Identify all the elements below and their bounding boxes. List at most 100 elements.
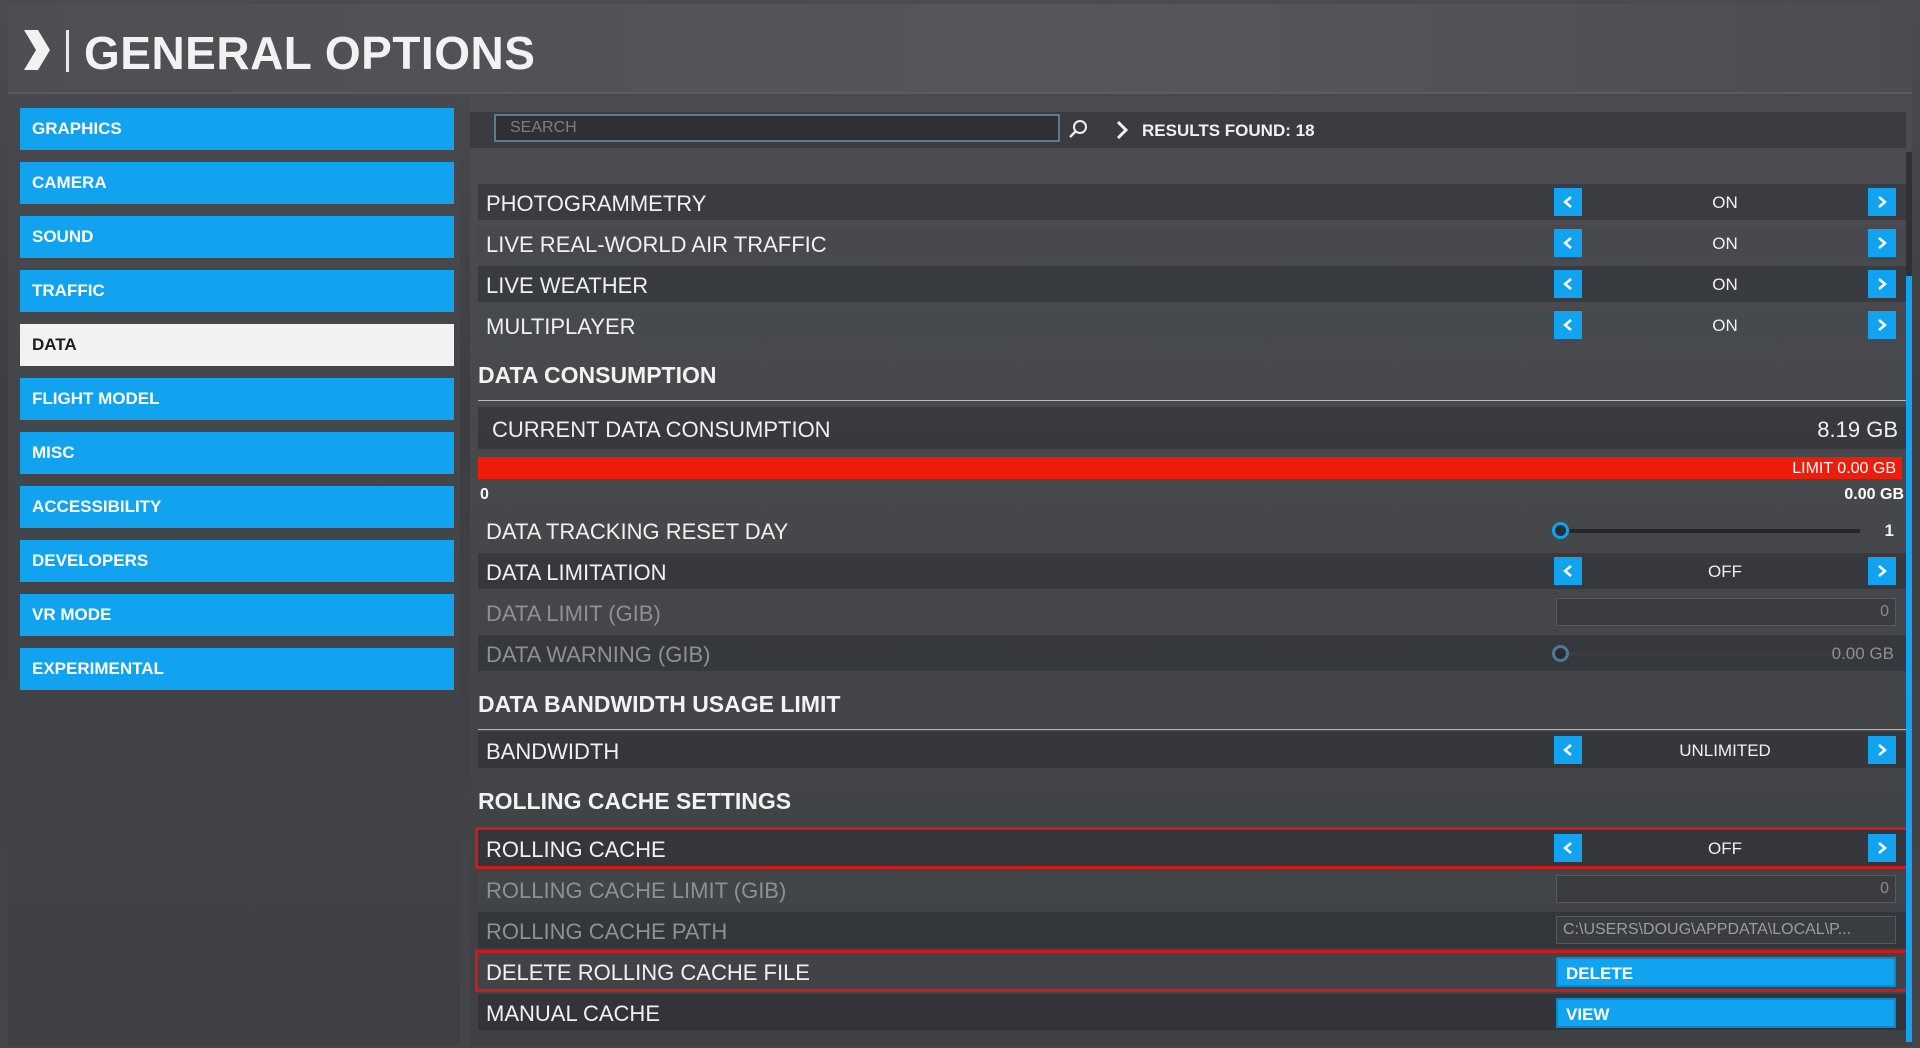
next-value-button[interactable] — [1868, 311, 1896, 339]
sidebar-item-sound[interactable]: SOUND — [20, 216, 454, 258]
chevron-left-icon — [1563, 565, 1572, 577]
rolling-cache-path-field: C:\USERS\DOUG\APPDATA\LOCAL\P... — [1556, 916, 1896, 944]
prev-value-button[interactable] — [1554, 188, 1582, 216]
progress-max-label: 0.00 GB — [1844, 486, 1904, 503]
setting-value: UNLIMITED — [1679, 741, 1771, 760]
setting-row-live-weather: LIVE WEATHER ON — [478, 266, 1906, 302]
slider-value: 1 — [1884, 521, 1894, 540]
setting-value: ON — [1712, 275, 1738, 294]
prev-value-button[interactable] — [1554, 834, 1582, 862]
sidebar-item-misc[interactable]: MISC — [20, 432, 454, 474]
setting-label: ROLLING CACHE — [486, 837, 666, 862]
chevron-right-icon — [1878, 237, 1887, 249]
search-icon[interactable] — [1068, 119, 1088, 139]
sidebar-item-accessibility[interactable]: ACCESSIBILITY — [20, 486, 454, 528]
slider-handle[interactable] — [1552, 522, 1569, 539]
chevron-right-icon — [1878, 319, 1887, 331]
sidebar-item-experimental[interactable]: EXPERIMENTAL — [20, 648, 454, 690]
setting-row-data-warning: DATA WARNING (GIB) 0.00 GB — [478, 635, 1906, 671]
setting-label: ROLLING CACHE PATH — [486, 919, 728, 944]
setting-label: MULTIPLAYER — [486, 314, 636, 339]
results-count: RESULTS FOUND: 18 — [1142, 121, 1315, 140]
chevron-right-icon[interactable] — [22, 28, 52, 72]
next-value-button[interactable] — [1868, 557, 1896, 585]
next-value-button[interactable] — [1868, 736, 1896, 764]
path-value: C:\USERS\DOUG\APPDATA\LOCAL\P... — [1563, 921, 1852, 938]
options-panel: RESULTS FOUND: 18 PHOTOGRAMMETRY ON LIVE… — [470, 96, 1912, 1046]
setting-label: MANUAL CACHE — [486, 1001, 660, 1026]
setting-label: DATA LIMITATION — [486, 560, 667, 585]
search-bar: RESULTS FOUND: 18 — [470, 112, 1906, 148]
setting-value: OFF — [1708, 562, 1742, 581]
section-title-data-consumption: DATA CONSUMPTION — [478, 362, 717, 388]
next-value-button[interactable] — [1868, 834, 1896, 862]
chevron-right-icon — [1878, 196, 1887, 208]
data-usage-progress-bar: LIMIT 0.00 GB — [478, 457, 1902, 479]
header-bar: GENERAL OPTIONS — [8, 4, 1912, 94]
section-divider — [478, 729, 1906, 730]
chevron-left-icon — [1563, 319, 1572, 331]
next-value-button[interactable] — [1868, 188, 1896, 216]
next-value-button[interactable] — [1868, 270, 1896, 298]
chevron-left-icon — [1563, 744, 1572, 756]
sidebar: GRAPHICS CAMERA SOUND TRAFFIC DATA FLIGH… — [8, 96, 460, 1046]
scrollbar-thumb[interactable] — [1906, 276, 1912, 1042]
setting-label: DATA TRACKING RESET DAY — [486, 519, 789, 544]
current-consumption-value: 8.19 GB — [1817, 417, 1898, 442]
progress-limit-label: LIMIT 0.00 GB — [1792, 460, 1896, 477]
delete-cache-button[interactable]: DELETE — [1556, 957, 1896, 987]
input-value: 0 — [1880, 880, 1889, 897]
setting-label: DELETE ROLLING CACHE FILE — [486, 960, 810, 985]
prev-value-button[interactable] — [1554, 736, 1582, 764]
chevron-right-icon — [1878, 744, 1887, 756]
setting-value: ON — [1712, 316, 1738, 335]
setting-label: LIVE WEATHER — [486, 273, 649, 298]
setting-value: ON — [1712, 193, 1738, 212]
rolling-cache-limit-input: 0 — [1556, 875, 1896, 903]
chevron-right-icon — [1878, 565, 1887, 577]
prev-value-button[interactable] — [1554, 311, 1582, 339]
sidebar-item-data[interactable]: DATA — [20, 324, 454, 366]
next-value-button[interactable] — [1868, 229, 1896, 257]
sidebar-item-vr-mode[interactable]: VR MODE — [20, 594, 454, 636]
sidebar-item-camera[interactable]: CAMERA — [20, 162, 454, 204]
sidebar-item-flight-model[interactable]: FLIGHT MODEL — [20, 378, 454, 420]
app-window: GENERAL OPTIONS GRAPHICS CAMERA SOUND TR… — [0, 0, 1920, 1048]
setting-row-air-traffic: LIVE REAL-WORLD AIR TRAFFIC ON — [478, 225, 1906, 261]
header-divider — [66, 30, 69, 72]
input-value: 0 — [1880, 603, 1889, 620]
sidebar-item-graphics[interactable]: GRAPHICS — [20, 108, 454, 150]
setting-row-delete-cache: DELETE ROLLING CACHE FILE DELETE — [475, 950, 1909, 992]
prev-value-button[interactable] — [1554, 270, 1582, 298]
chevron-right-icon — [1878, 278, 1887, 290]
setting-row-rolling-cache-limit: ROLLING CACHE LIMIT (GIB) 0 — [478, 871, 1906, 907]
prev-value-button[interactable] — [1554, 229, 1582, 257]
slider-value: 0.00 GB — [1831, 644, 1894, 663]
progress-min-label: 0 — [480, 486, 489, 503]
view-manual-cache-button[interactable]: VIEW — [1556, 998, 1896, 1028]
chevron-right-icon — [1878, 842, 1887, 854]
section-divider — [478, 400, 1906, 401]
setting-value: OFF — [1708, 839, 1742, 858]
section-title-bandwidth: DATA BANDWIDTH USAGE LIMIT — [478, 691, 841, 717]
section-title-rolling-cache: ROLLING CACHE SETTINGS — [478, 788, 792, 814]
setting-row-current-consumption: CURRENT DATA CONSUMPTION 8.19 GB — [478, 407, 1906, 449]
setting-row-manual-cache: MANUAL CACHE VIEW — [478, 994, 1906, 1030]
chevron-left-icon — [1563, 237, 1572, 249]
sidebar-item-developers[interactable]: DEVELOPERS — [20, 540, 454, 582]
data-limit-input: 0 — [1556, 598, 1896, 626]
slider-track[interactable] — [1568, 529, 1860, 533]
setting-row-bandwidth: BANDWIDTH UNLIMITED — [478, 732, 1906, 768]
setting-row-rolling-cache-path: ROLLING CACHE PATH C:\USERS\DOUG\APPDATA… — [478, 912, 1906, 948]
setting-label: DATA WARNING (GIB) — [486, 642, 711, 667]
prev-value-button[interactable] — [1554, 557, 1582, 585]
setting-label: ROLLING CACHE LIMIT (GIB) — [486, 878, 787, 903]
chevron-right-icon — [1116, 120, 1128, 140]
page-title: GENERAL OPTIONS — [84, 27, 536, 79]
setting-label: CURRENT DATA CONSUMPTION — [492, 417, 831, 442]
setting-row-data-limitation: DATA LIMITATION OFF — [478, 553, 1906, 589]
setting-label: BANDWIDTH — [486, 739, 620, 764]
sidebar-item-traffic[interactable]: TRAFFIC — [20, 270, 454, 312]
search-input[interactable] — [494, 114, 1060, 142]
setting-label: DATA LIMIT (GIB) — [486, 601, 661, 626]
